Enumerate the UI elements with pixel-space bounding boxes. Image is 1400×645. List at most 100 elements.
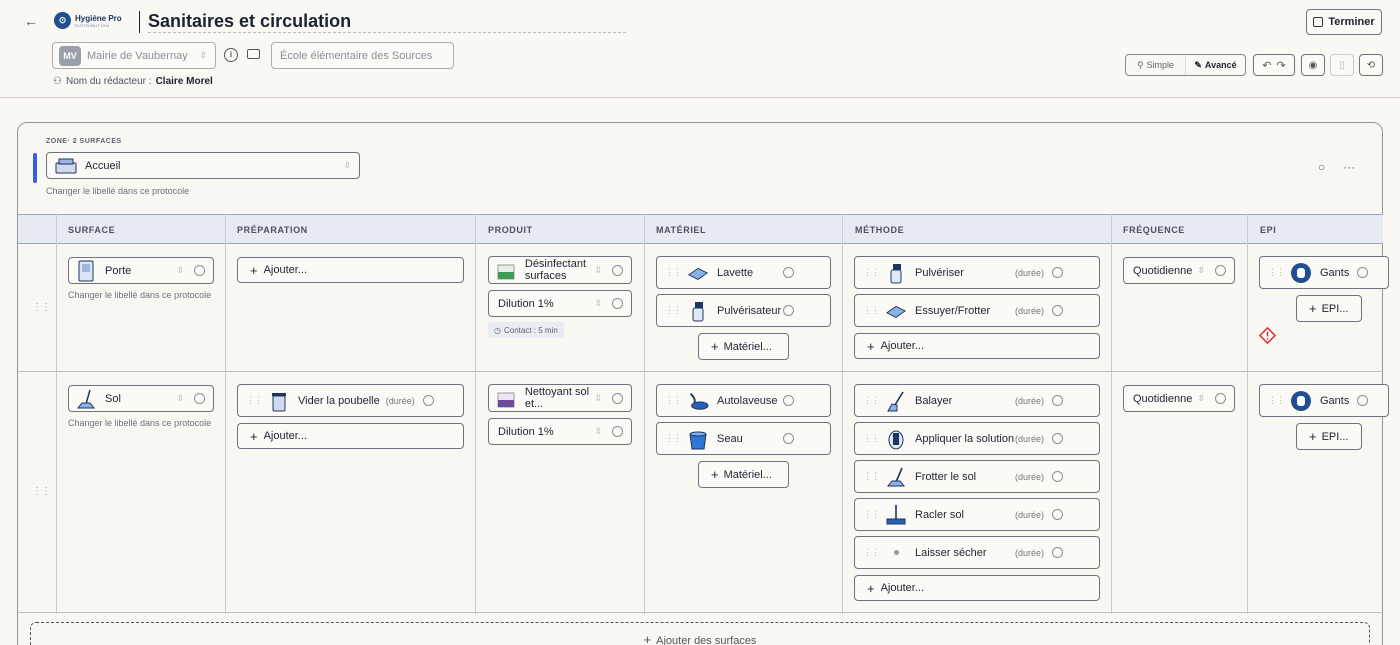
info-icon[interactable]: i [224,48,238,62]
row-drag-handle[interactable]: ⋮⋮ [32,302,51,313]
add-method-button[interactable]: + Ajouter... [854,575,1100,601]
palette-icon[interactable] [1215,265,1226,276]
surface-select[interactable]: Sol ⇳ [68,385,214,412]
method-duration[interactable]: (durée) [1015,548,1044,558]
dilution-select[interactable]: Dilution 1% ⇳ [488,290,632,317]
drag-handle-icon[interactable]: ⋮⋮ [863,305,880,316]
chevron-updown-icon: ⇳ [594,264,603,275]
add-method-button[interactable]: + Ajouter... [854,333,1100,359]
method-duration[interactable]: (durée) [1015,306,1044,316]
add-epi-button[interactable]: + EPI... [1296,295,1362,322]
method-item[interactable]: ⋮⋮ Frotter le sol (durée) [854,460,1100,493]
drag-handle-icon[interactable]: ⋮⋮ [863,267,880,278]
material-item[interactable]: ⋮⋮ Pulvérisateur [656,294,831,327]
method-duration[interactable]: (durée) [1015,472,1044,482]
more-icon[interactable]: ··· [1343,160,1355,174]
site-select[interactable]: École élémentaire des Sources [271,42,454,69]
method-duration[interactable]: (durée) [1015,510,1044,520]
zone-select[interactable]: Accueil ⇳ [46,152,360,179]
page-title[interactable]: Sanitaires et circulation [148,11,351,32]
add-preparation-button[interactable]: + Ajouter... [237,423,464,449]
frequency-select[interactable]: Quotidienne ⇳ [1123,385,1235,412]
palette-icon[interactable] [783,305,794,316]
palette-icon[interactable] [194,265,205,276]
undo-redo-group[interactable]: ↶ ↷ [1253,54,1295,76]
method-item[interactable]: ⋮⋮ Appliquer la solution (durée) [854,422,1100,455]
drag-handle-icon[interactable]: ⋮⋮ [665,395,682,406]
add-surfaces-button[interactable]: + Ajouter des surfaces [30,622,1370,645]
palette-icon[interactable] [194,393,205,404]
drag-handle-icon[interactable]: ⋮⋮ [1268,395,1285,406]
method-duration[interactable]: (durée) [1015,434,1044,444]
mode-advanced[interactable]: ✎ Avancé [1185,55,1245,75]
method-duration[interactable]: (durée) [1015,396,1044,406]
product-select[interactable]: Nettoyant sol et... ⇳ [488,384,632,412]
drag-handle-icon[interactable]: ⋮⋮ [1268,267,1285,278]
palette-icon[interactable] [612,264,623,276]
dilution-select[interactable]: Dilution 1% ⇳ [488,418,632,445]
client-select[interactable]: MV Mairie de Vaubernay ⇳ [52,42,216,69]
redo-icon[interactable]: ↷ [1277,59,1286,72]
add-epi-button[interactable]: + EPI... [1296,423,1362,450]
palette-icon[interactable] [1052,471,1063,482]
mode-toggle[interactable]: ⚲ Simple ✎ Avancé [1125,54,1246,76]
back-arrow-icon[interactable]: ← [22,12,40,30]
epi-item[interactable]: ⋮⋮ Gants [1259,384,1389,417]
drag-handle-icon[interactable]: ⋮⋮ [246,395,263,406]
palette-icon[interactable] [1052,267,1063,278]
drag-handle-icon[interactable]: ⋮⋮ [665,433,682,444]
palette-icon[interactable] [1215,393,1226,404]
palette-icon[interactable] [1357,267,1369,278]
camera-icon[interactable] [247,49,260,59]
product-select[interactable]: Désinfectant surfaces ⇳ [488,256,632,284]
drag-handle-icon[interactable]: ⋮⋮ [665,305,682,316]
method-item[interactable]: ⋮⋮ Racler sol (durée) [854,498,1100,531]
drag-handle-icon[interactable]: ⋮⋮ [863,395,880,406]
material-item[interactable]: ⋮⋮ Lavette [656,256,831,289]
mode-simple[interactable]: ⚲ Simple [1126,55,1185,75]
palette-icon[interactable] [1052,509,1063,520]
method-item[interactable]: ⋮⋮ Essuyer/Frotter (durée) [854,294,1100,327]
preview-button[interactable]: ◉ [1301,54,1325,76]
palette-icon[interactable] [783,267,794,278]
finish-button[interactable]: Terminer [1306,9,1382,35]
material-item[interactable]: ⋮⋮ Autolaveuse [656,384,831,417]
add-material-button[interactable]: + Matériel... [698,333,789,360]
palette-icon[interactable] [422,395,434,406]
preparation-duration[interactable]: (durée) [386,396,415,406]
palette-icon[interactable] [783,433,794,444]
frequency-select[interactable]: Quotidienne ⇳ [1123,257,1235,284]
palette-icon[interactable] [783,395,794,406]
drag-handle-icon[interactable]: ⋮⋮ [863,433,880,444]
export-button[interactable]: ▯ [1330,54,1354,76]
add-preparation-button[interactable]: + Ajouter... [237,257,464,283]
palette-icon[interactable] [1052,395,1063,406]
palette-icon[interactable] [612,392,623,404]
drag-handle-icon[interactable]: ⋮⋮ [863,471,880,482]
method-item[interactable]: ⋮⋮ Balayer (durée) [854,384,1100,417]
palette-icon[interactable] [612,426,623,437]
method-duration[interactable]: (durée) [1015,268,1044,278]
preparation-item[interactable]: ⋮⋮ Vider la poubelle (durée) [237,384,464,417]
drag-handle-icon[interactable]: ⋮⋮ [863,547,880,558]
epi-item[interactable]: ⋮⋮ Gants [1259,256,1389,289]
add-label: EPI... [1321,302,1349,315]
palette-icon[interactable] [1052,305,1063,316]
surface-select[interactable]: Porte ⇳ [68,257,214,284]
palette-icon[interactable] [1052,547,1063,558]
add-material-button[interactable]: + Matériel... [698,461,789,488]
drag-handle-icon[interactable]: ⋮⋮ [665,267,682,278]
history-button[interactable]: ⟲ [1359,54,1383,76]
undo-icon[interactable]: ↶ [1262,59,1271,72]
comment-icon[interactable]: ○ [1318,160,1325,174]
drag-handle-icon[interactable]: ⋮⋮ [863,509,880,520]
palette-icon[interactable] [1052,433,1063,444]
material-item[interactable]: ⋮⋮ Seau [656,422,831,455]
spray-bottle-icon [495,259,517,281]
palette-icon[interactable] [1357,395,1369,406]
method-item[interactable]: ⋮⋮ Laisser sécher (durée) [854,536,1100,569]
warning-icon[interactable] [1259,327,1276,344]
row-drag-handle[interactable]: ⋮⋮ [32,486,51,497]
method-item[interactable]: ⋮⋮ Pulvériser (durée) [854,256,1100,289]
palette-icon[interactable] [612,298,623,309]
